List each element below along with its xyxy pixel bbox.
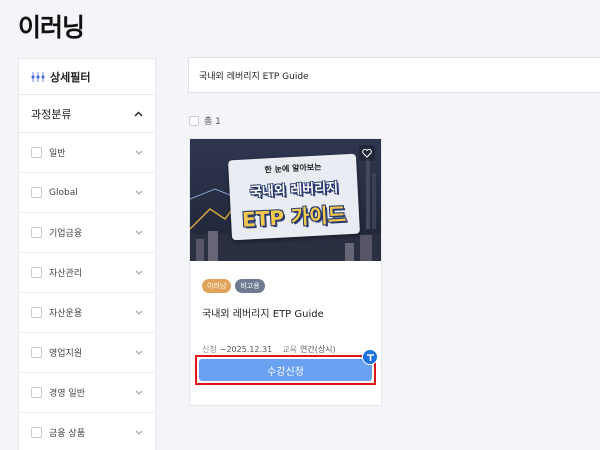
enroll-button[interactable]: 수강신청 bbox=[199, 359, 372, 381]
edu-period-label: 교육 bbox=[282, 345, 297, 354]
filter-sidebar: 상세필터 과정분류 일반 Global 기업금융 자산관리 자산운용 영업지원 … bbox=[18, 58, 156, 450]
chevron-down-icon[interactable] bbox=[135, 190, 143, 195]
filter-item-global[interactable]: Global bbox=[19, 173, 155, 213]
checkbox[interactable] bbox=[31, 227, 42, 238]
filter-item-business-general[interactable]: 경영 일반 bbox=[19, 373, 155, 413]
chevron-down-icon[interactable] bbox=[135, 150, 143, 155]
category-label: 과정분류 bbox=[31, 107, 72, 121]
course-meta: 신청 ~2025.12.31 교육 연간(상시) bbox=[202, 344, 336, 355]
filter-item-label: 자산운용 bbox=[49, 309, 83, 319]
chevron-down-icon[interactable] bbox=[135, 390, 143, 395]
checkbox[interactable] bbox=[31, 267, 42, 278]
chevron-down-icon[interactable] bbox=[135, 350, 143, 355]
filter-label: 상세필터 bbox=[50, 70, 91, 84]
filter-item-wealth-management[interactable]: 자산관리 bbox=[19, 253, 155, 293]
search-input[interactable]: 국내외 레버리지 ETP Guide bbox=[188, 57, 600, 93]
checkbox[interactable] bbox=[31, 387, 42, 398]
course-title[interactable]: 국내외 레버리지 ETP Guide bbox=[202, 305, 324, 320]
result-count-label: 총 1 bbox=[204, 117, 221, 127]
chevron-down-icon[interactable] bbox=[135, 270, 143, 275]
filter-item-label: 자산관리 bbox=[49, 269, 83, 279]
course-tags: 이러닝 비고용 bbox=[202, 279, 265, 293]
edu-period-value: 연간(상시) bbox=[299, 345, 336, 354]
category-header[interactable]: 과정분류 bbox=[19, 95, 155, 133]
chevron-down-icon[interactable] bbox=[135, 310, 143, 315]
filter-item-label: 경영 일반 bbox=[49, 389, 85, 399]
filter-item-label: 금융 상품 bbox=[49, 429, 85, 439]
enroll-highlight: 수강신청 bbox=[195, 349, 378, 385]
heart-icon[interactable] bbox=[359, 145, 375, 161]
filter-item-asset-management[interactable]: 자산운용 bbox=[19, 293, 155, 333]
filter-item-label: 기업금융 bbox=[49, 229, 83, 239]
search-value: 국내외 레버리지 ETP Guide bbox=[199, 71, 309, 82]
filter-item-label: 영업지원 bbox=[49, 349, 83, 359]
result-count: 총 1 bbox=[189, 114, 221, 127]
apply-period-value: ~2025.12.31 bbox=[219, 345, 273, 354]
filter-item-general[interactable]: 일반 bbox=[19, 133, 155, 173]
filter-item-corporate-finance[interactable]: 기업금융 bbox=[19, 213, 155, 253]
filter-item-financial-products[interactable]: 금융 상품 bbox=[19, 413, 155, 450]
select-all-checkbox[interactable] bbox=[189, 115, 199, 126]
checkbox[interactable] bbox=[31, 187, 42, 198]
chevron-down-icon[interactable] bbox=[135, 430, 143, 435]
checkbox[interactable] bbox=[31, 347, 42, 358]
tag-nonemployment: 비고용 bbox=[235, 279, 265, 293]
apply-period-label: 신청 bbox=[202, 345, 217, 354]
tag-elearning: 이러닝 bbox=[202, 279, 232, 293]
page-title: 이러닝 bbox=[18, 13, 85, 42]
filter-item-label: 일반 bbox=[49, 149, 66, 159]
course-card[interactable]: 한 눈에 알아보는 국내외 레버리지 ETP 가이드 이러닝 비고용 국내외 레… bbox=[189, 138, 382, 406]
filter-header: 상세필터 bbox=[19, 59, 155, 95]
checkbox[interactable] bbox=[31, 427, 42, 438]
chevron-down-icon[interactable] bbox=[135, 230, 143, 235]
checkbox[interactable] bbox=[31, 307, 42, 318]
course-thumbnail[interactable]: 한 눈에 알아보는 국내외 레버리지 ETP 가이드 bbox=[190, 139, 381, 261]
filter-item-label: Global bbox=[49, 187, 78, 198]
checkbox[interactable] bbox=[31, 147, 42, 158]
filter-item-sales-support[interactable]: 영업지원 bbox=[19, 333, 155, 373]
filter-icon bbox=[31, 71, 45, 82]
t-badge-icon bbox=[362, 349, 378, 365]
chevron-up-icon[interactable] bbox=[134, 111, 143, 117]
